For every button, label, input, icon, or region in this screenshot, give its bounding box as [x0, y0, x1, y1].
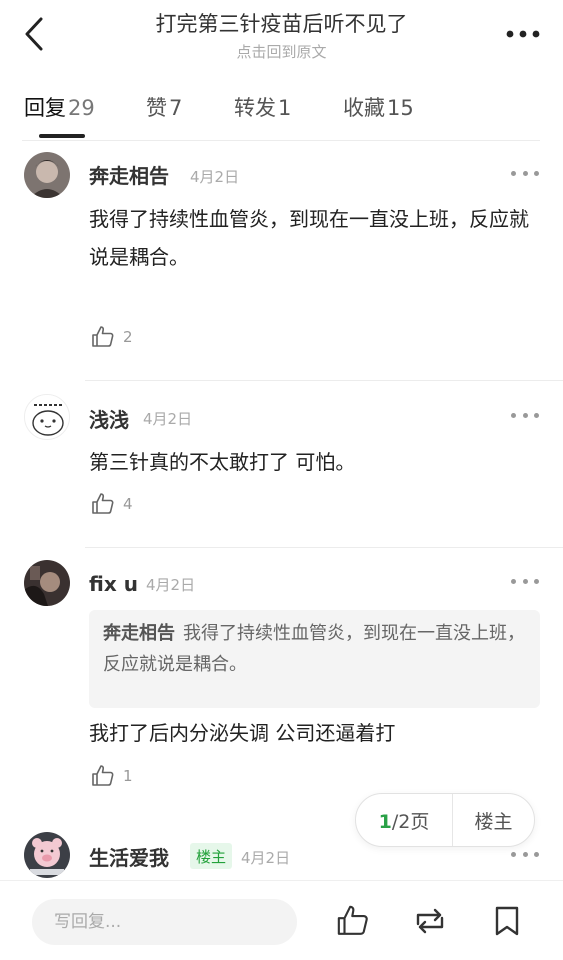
comment-more-button[interactable] — [511, 165, 539, 181]
tab-reposts[interactable]: 转发1 — [234, 92, 291, 122]
avatar[interactable] — [24, 152, 70, 198]
thumbs-up-icon — [92, 493, 114, 514]
more-horizontal-icon — [506, 30, 540, 38]
author-name[interactable]: fix u — [89, 572, 138, 596]
like-button[interactable]: 2 — [91, 324, 133, 350]
page-navigator: 1/2页 楼主 — [355, 793, 535, 847]
only-op-button[interactable]: 楼主 — [453, 807, 534, 834]
bottom-action-bar — [0, 880, 563, 960]
back-button[interactable] — [16, 14, 52, 54]
avatar-image — [24, 560, 70, 606]
like-count: 2 — [123, 328, 133, 346]
quoted-author: 奔走相告 — [103, 623, 175, 644]
comment-date: 4月2日 — [146, 576, 196, 594]
thumbs-up-icon — [92, 765, 114, 786]
back-to-original-link[interactable]: 点击回到原文 — [90, 41, 473, 62]
like-button[interactable]: 4 — [91, 491, 133, 517]
bookmark-button[interactable] — [487, 901, 527, 941]
avatar[interactable] — [24, 560, 70, 606]
tab-favorites[interactable]: 收藏15 — [343, 92, 414, 122]
like-count: 1 — [123, 767, 133, 785]
active-tab-indicator — [39, 134, 85, 138]
divider — [85, 380, 563, 381]
comment-text: 我打了后内分泌失调 公司还逼着打 — [89, 721, 396, 745]
comment-date: 4月2日 — [241, 849, 291, 867]
thumbs-up-icon — [337, 905, 368, 935]
tab-count: 15 — [387, 96, 414, 120]
op-badge: 楼主 — [190, 843, 232, 869]
page-selector-button[interactable]: 1/2页 — [356, 807, 452, 834]
comment-date: 4月2日 — [143, 410, 193, 428]
divider — [85, 547, 563, 548]
tab-count: 1 — [278, 96, 292, 120]
page-title: 打完第三针疫苗后听不见了 — [155, 12, 408, 36]
tab-replies[interactable]: 回复29 — [24, 92, 95, 122]
comment-text: 第三针真的不太敢打了 可怕。 — [89, 450, 356, 474]
more-button[interactable] — [501, 18, 545, 50]
avatar[interactable] — [24, 832, 70, 878]
comment-more-button[interactable] — [511, 573, 539, 589]
like-post-button[interactable] — [333, 901, 373, 941]
avatar-image — [24, 152, 70, 198]
reply-input[interactable] — [32, 899, 297, 945]
repost-button[interactable] — [410, 901, 450, 941]
tab-label: 回复 — [24, 96, 66, 120]
tab-label: 收藏 — [343, 96, 385, 120]
header-bar: 打完第三针疫苗后听不见了 点击回到原文 — [0, 0, 563, 72]
tab-count: 29 — [68, 96, 95, 120]
comment-more-button[interactable] — [511, 407, 539, 423]
tab-count: 7 — [169, 96, 183, 120]
tab-likes[interactable]: 赞7 — [146, 92, 182, 122]
tab-label: 转发 — [234, 96, 276, 120]
comment-date: 4月2日 — [190, 168, 240, 186]
comment-text: 我得了持续性血管炎，到现在一直没上班，反应就说是耦合。 — [89, 207, 529, 269]
avatar-image — [25, 395, 69, 439]
thumbs-up-icon — [92, 326, 114, 347]
avatar[interactable] — [24, 394, 70, 440]
current-page: 1 — [378, 810, 392, 833]
author-name[interactable]: 奔走相告 — [89, 160, 169, 189]
comment-more-button[interactable] — [511, 846, 539, 862]
quoted-comment[interactable]: 奔走相告 我得了持续性血管炎，到现在一直没上班，反应就说是耦合。 — [89, 610, 540, 708]
like-button[interactable]: 1 — [91, 763, 133, 789]
total-pages: /2页 — [391, 810, 430, 833]
chevron-left-icon — [25, 17, 43, 51]
bookmark-icon — [495, 906, 519, 936]
author-name[interactable]: 生活爱我 — [89, 842, 169, 871]
tab-bar: 回复29 赞7 转发1 收藏15 — [0, 80, 563, 142]
avatar-image — [24, 832, 70, 878]
divider — [22, 140, 540, 141]
repost-icon — [416, 908, 444, 934]
author-name[interactable]: 浅浅 — [89, 404, 129, 433]
like-count: 4 — [123, 495, 133, 513]
tab-label: 赞 — [146, 96, 167, 120]
